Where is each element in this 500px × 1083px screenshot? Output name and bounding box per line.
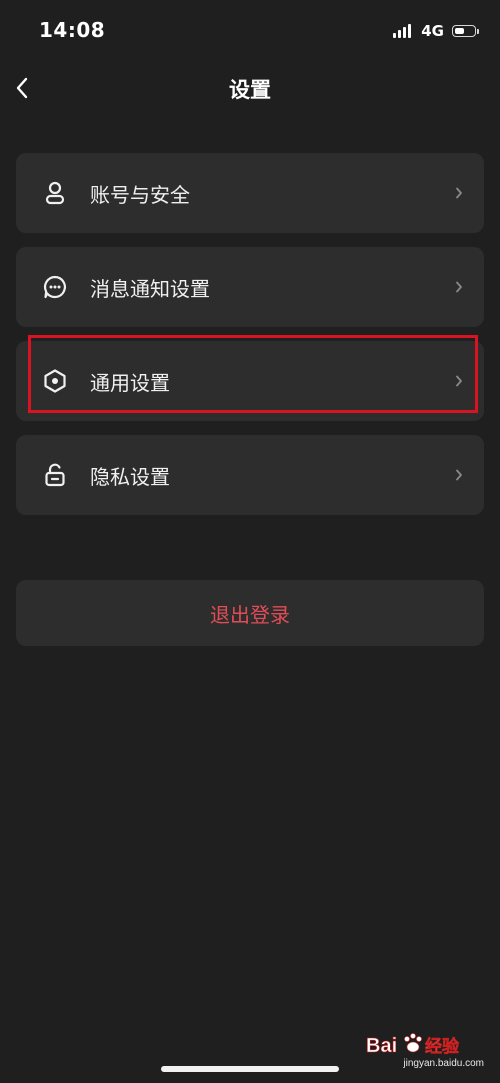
baidu-jingyan-watermark: Bai 经验 jingyan.baidu.com [364, 1030, 484, 1072]
battery-level [454, 27, 465, 34]
signal-icon [393, 24, 413, 38]
baidu-logo-icon: Bai 经验 [366, 1033, 460, 1057]
settings-item-notifications[interactable]: 消息通知设置 [16, 247, 484, 327]
message-icon [42, 274, 68, 300]
network-type: 4G [421, 22, 444, 40]
chevron-right-icon [452, 468, 466, 482]
settings-item-label: 隐私设置 [90, 464, 170, 489]
svg-text:Bai: Bai [366, 1035, 397, 1057]
settings-item-privacy[interactable]: 隐私设置 [16, 435, 484, 515]
status-bar: 14:08 4G [0, 0, 500, 62]
user-icon [42, 180, 68, 206]
settings-item-label: 账号与安全 [90, 182, 190, 207]
battery-icon [452, 25, 479, 37]
hexagon-icon [42, 368, 68, 394]
chevron-right-icon [452, 374, 466, 388]
header: 设置 [0, 62, 500, 116]
page-title: 设置 [229, 78, 271, 102]
lock-icon [42, 462, 68, 488]
logout-button[interactable]: 退出登录 [16, 580, 484, 646]
settings-item-general[interactable]: 通用设置 [16, 335, 484, 421]
settings-item-label: 消息通知设置 [90, 276, 210, 301]
settings-list: 账号与安全 消息通知设置 通用设置 隐私设置 [16, 153, 484, 529]
chevron-right-icon [452, 186, 466, 200]
home-indicator[interactable] [161, 1066, 339, 1072]
status-time: 14:08 [39, 18, 106, 42]
watermark-url: jingyan.baidu.com [403, 1058, 484, 1069]
chevron-right-icon [452, 280, 466, 294]
settings-item-account-security[interactable]: 账号与安全 [16, 153, 484, 233]
svg-text:经验: 经验 [425, 1036, 460, 1057]
status-indicators: 4G [393, 21, 479, 41]
settings-item-label: 通用设置 [90, 370, 170, 395]
